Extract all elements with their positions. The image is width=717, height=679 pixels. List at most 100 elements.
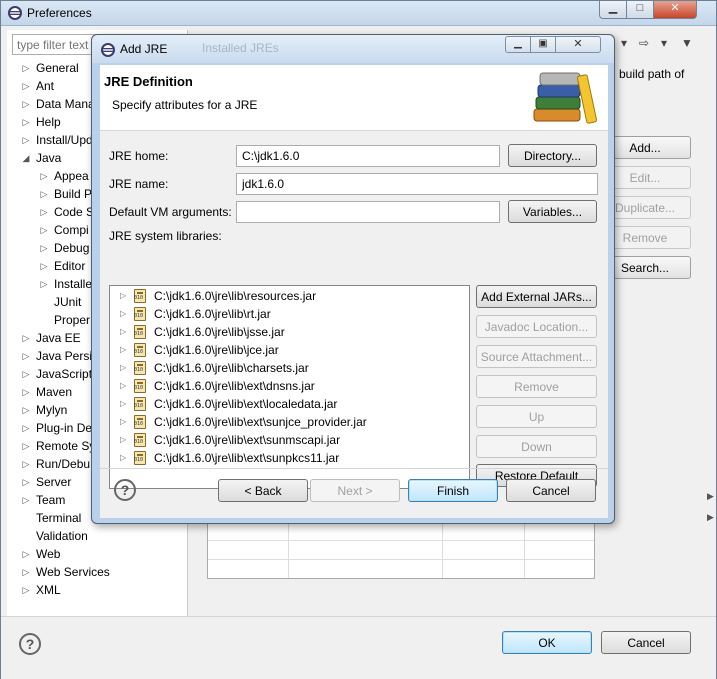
library-item[interactable]: ▷ C:\jdk1.6.0\jre\lib\ext\sunpkcs11.jar <box>110 449 469 467</box>
jre-home-input[interactable] <box>236 145 500 167</box>
collapsed-arrow-icon[interactable]: ▷ <box>21 545 31 563</box>
collapsed-arrow-icon[interactable]: ▷ <box>21 347 31 365</box>
maximize-icon: □ <box>636 2 644 14</box>
tree-item-label: Web Services <box>36 565 110 579</box>
tree-item-label: Code S <box>54 205 95 219</box>
collapsed-arrow-icon[interactable]: ▷ <box>120 305 126 323</box>
dialog-banner: JRE Definition Specify attributes for a … <box>100 65 608 131</box>
collapsed-arrow-icon[interactable]: ▷ <box>21 455 31 473</box>
background-page-title: Installed JREs <box>202 41 279 55</box>
library-item[interactable]: ▷ C:\jdk1.6.0\jre\lib\ext\sunmscapi.jar <box>110 431 469 449</box>
tree-item-label: XML <box>36 583 61 597</box>
library-action-button[interactable]: Add External JARs... <box>476 285 597 308</box>
collapsed-arrow-icon[interactable]: ▷ <box>120 449 126 467</box>
collapsed-arrow-icon[interactable]: ▷ <box>21 95 31 113</box>
ok-button[interactable]: OK <box>502 631 592 654</box>
collapsed-arrow-icon[interactable]: ▷ <box>39 257 49 275</box>
library-action-button[interactable]: Remove <box>476 375 597 398</box>
dialog-close-button[interactable]: ✕ <box>555 36 601 53</box>
collapsed-arrow-icon[interactable]: ▷ <box>39 239 49 257</box>
collapsed-arrow-icon[interactable]: ▷ <box>21 113 31 131</box>
collapsed-arrow-icon[interactable]: ▷ <box>21 491 31 509</box>
dialog-cancel-button[interactable]: Cancel <box>506 479 596 502</box>
collapsed-arrow-icon[interactable]: ▷ <box>39 185 49 203</box>
preferences-titlebar[interactable]: Preferences ▁ □ ✕ <box>1 1 716 26</box>
library-item[interactable]: ▷ C:\jdk1.6.0\jre\lib\rt.jar <box>110 305 469 323</box>
library-item[interactable]: ▷ C:\jdk1.6.0\jre\lib\charsets.jar <box>110 359 469 377</box>
collapsed-arrow-icon[interactable]: ▷ <box>120 341 126 359</box>
library-item[interactable]: ▷ C:\jdk1.6.0\jre\lib\ext\dnsns.jar <box>110 377 469 395</box>
collapsed-arrow-icon[interactable]: ▷ <box>21 419 31 437</box>
collapsed-arrow-icon[interactable]: ▷ <box>120 413 126 431</box>
library-action-button[interactable]: Javadoc Location... <box>476 315 597 338</box>
library-item[interactable]: ▷ C:\jdk1.6.0\jre\lib\ext\sunjce_provider… <box>110 413 469 431</box>
forward-menu-icon[interactable]: ▾ <box>661 36 667 50</box>
collapsed-arrow-icon[interactable]: ▷ <box>39 203 49 221</box>
jre-name-input[interactable] <box>236 173 598 195</box>
tree-item-label: Server <box>36 475 72 489</box>
expanded-arrow-icon[interactable]: ◢ <box>21 149 31 167</box>
collapsed-arrow-icon[interactable]: ▷ <box>120 395 126 413</box>
collapsed-arrow-icon[interactable]: ▷ <box>39 275 49 293</box>
close-button[interactable]: ✕ <box>653 1 697 19</box>
jre-name-label: JRE name: <box>109 177 169 191</box>
finish-button[interactable]: Finish <box>408 479 498 502</box>
collapsed-arrow-icon[interactable]: ▷ <box>21 383 31 401</box>
preferences-cancel-button[interactable]: Cancel <box>601 631 691 654</box>
next-button[interactable]: Next > <box>310 479 400 502</box>
collapsed-arrow-icon[interactable]: ▷ <box>39 167 49 185</box>
library-item[interactable]: ▷ C:\jdk1.6.0\jre\lib\jce.jar <box>110 341 469 359</box>
collapsed-arrow-icon[interactable]: ▷ <box>21 473 31 491</box>
collapsed-arrow-icon[interactable]: ▷ <box>120 377 126 395</box>
minimize-icon: ▁ <box>514 38 522 49</box>
library-path: C:\jdk1.6.0\jre\lib\ext\sunjce_provider.… <box>154 415 367 429</box>
tree-item-label: Remote Sy <box>36 439 96 453</box>
collapsed-arrow-icon[interactable]: ▷ <box>120 323 126 341</box>
scroll-indicator[interactable]: ▶ ▶ <box>707 491 717 531</box>
collapsed-arrow-icon[interactable]: ▷ <box>39 221 49 239</box>
collapsed-arrow-icon[interactable]: ▷ <box>21 581 31 599</box>
library-path: C:\jdk1.6.0\jre\lib\ext\localedata.jar <box>154 397 338 411</box>
vm-args-input[interactable] <box>236 201 500 223</box>
collapsed-arrow-icon[interactable]: ▷ <box>21 401 31 419</box>
variables-button[interactable]: Variables... <box>508 200 597 223</box>
system-libraries-tree[interactable]: ▷ C:\jdk1.6.0\jre\lib\resources.jar ▷ C:\jd… <box>109 285 470 489</box>
library-item[interactable]: ▷ C:\jdk1.6.0\jre\lib\resources.jar <box>110 287 469 305</box>
library-action-button[interactable]: Source Attachment... <box>476 345 597 368</box>
collapsed-arrow-icon[interactable]: ▷ <box>21 563 31 581</box>
dialog-separator <box>100 468 608 469</box>
forward-arrow-icon[interactable]: ⇨ <box>639 36 649 50</box>
library-action-button[interactable]: Down <box>476 435 597 458</box>
tree-item-label: Installe <box>54 277 93 291</box>
back-arrow-icon[interactable]: ▾ <box>621 36 627 50</box>
maximize-button[interactable]: □ <box>626 1 654 19</box>
collapsed-arrow-icon[interactable]: ▷ <box>21 437 31 455</box>
collapsed-arrow-icon[interactable]: ▷ <box>21 77 31 95</box>
library-path: C:\jdk1.6.0\jre\lib\ext\sunpkcs11.jar <box>154 451 340 465</box>
library-item[interactable]: ▷ C:\jdk1.6.0\jre\lib\ext\localedata.jar <box>110 395 469 413</box>
tree-item-label: Ant <box>36 79 55 93</box>
minimize-button[interactable]: ▁ <box>599 1 627 19</box>
help-icon[interactable]: ? <box>114 479 136 501</box>
dialog-minimize-button[interactable]: ▁ <box>505 36 531 53</box>
tree-item-label: Proper <box>54 313 91 327</box>
installed-jres-table[interactable] <box>207 521 595 579</box>
directory-button[interactable]: Directory... <box>508 144 597 167</box>
jar-icon <box>134 379 146 393</box>
collapsed-arrow-icon[interactable]: ▷ <box>120 359 126 377</box>
dialog-titlebar[interactable]: Add JRE Installed JREs ▁ ▣ ✕ <box>92 35 614 63</box>
collapsed-arrow-icon[interactable]: ▷ <box>21 365 31 383</box>
preferences-title: Preferences <box>27 6 92 20</box>
back-button[interactable]: < Back <box>218 479 308 502</box>
view-menu-icon[interactable]: ▼ <box>681 36 693 50</box>
collapsed-arrow-icon[interactable]: ▷ <box>21 59 31 77</box>
collapsed-arrow-icon[interactable]: ▷ <box>21 131 31 149</box>
collapsed-arrow-icon[interactable]: ▷ <box>21 329 31 347</box>
tree-item-label: Appea <box>54 169 89 183</box>
collapsed-arrow-icon[interactable]: ▷ <box>120 287 126 305</box>
collapsed-arrow-icon[interactable]: ▷ <box>120 431 126 449</box>
dialog-maximize-button[interactable]: ▣ <box>530 36 556 53</box>
library-item[interactable]: ▷ C:\jdk1.6.0\jre\lib\jsse.jar <box>110 323 469 341</box>
help-icon[interactable]: ? <box>19 633 41 655</box>
library-action-button[interactable]: Up <box>476 405 597 428</box>
